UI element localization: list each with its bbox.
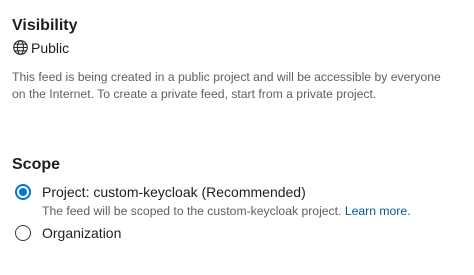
globe-icon: [12, 39, 29, 56]
scope-heading: Scope: [12, 156, 61, 173]
scope-option-organization[interactable]: Organization: [15, 224, 121, 242]
scope-option-project-description: The feed will be scoped to the custom-ke…: [42, 203, 411, 219]
learn-more-link[interactable]: Learn more.: [345, 204, 411, 218]
visibility-description: This feed is being created in a public p…: [12, 70, 441, 101]
visibility-value: Public: [12, 39, 69, 56]
scope-option-project-label: Project: custom-keycloak (Recommended): [42, 184, 306, 200]
radio-unchecked-icon[interactable]: [15, 225, 31, 241]
visibility-value-label: Public: [31, 39, 70, 56]
scope-project-description-text: The feed will be scoped to the custom-ke…: [42, 204, 342, 218]
visibility-heading: Visibility: [12, 17, 78, 34]
scope-option-organization-label: Organization: [42, 225, 122, 241]
radio-checked-icon[interactable]: [15, 184, 31, 200]
scope-option-project[interactable]: Project: custom-keycloak (Recommended) T…: [15, 183, 411, 219]
